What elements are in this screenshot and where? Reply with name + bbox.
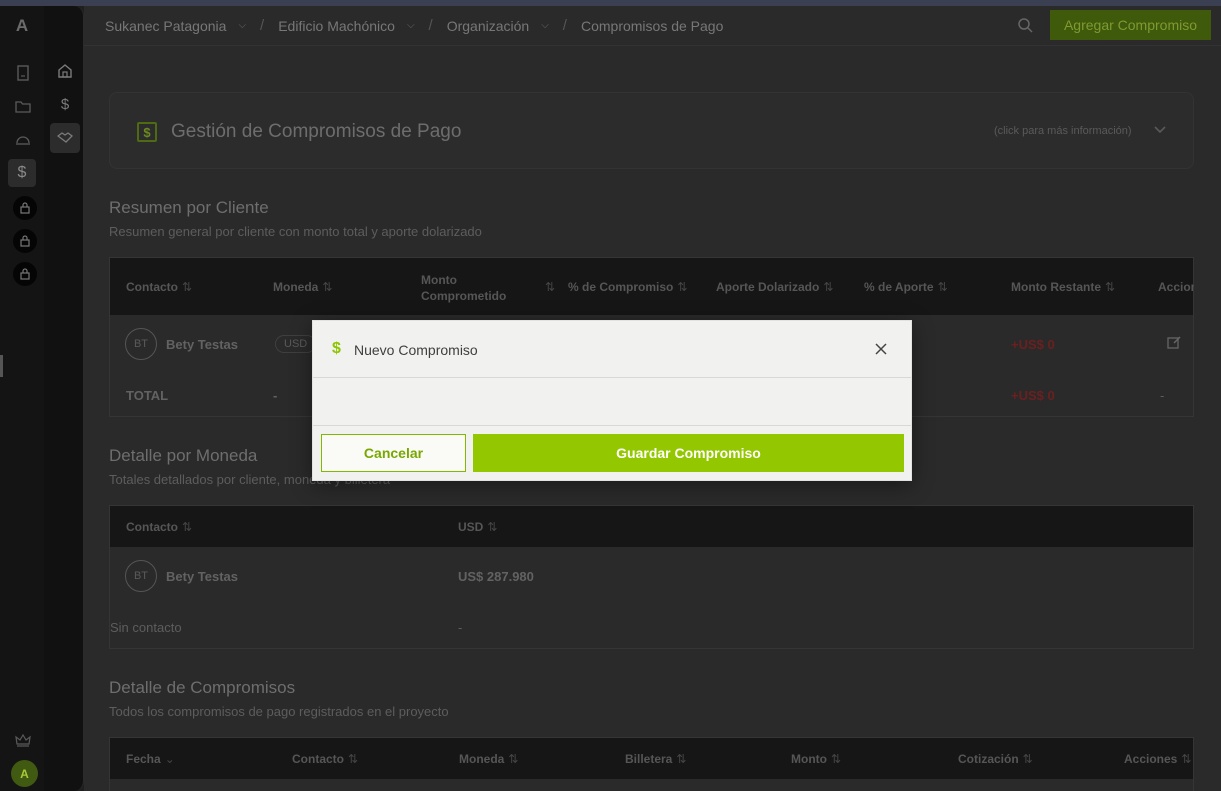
app-logo[interactable]: A	[0, 16, 44, 36]
page-info-card[interactable]: $ Gestión de Compromisos de Pago (click …	[109, 92, 1194, 169]
section-title: Resumen por Cliente	[109, 198, 269, 217]
contact-name[interactable]: Bety Testas	[166, 337, 238, 352]
lock-icon[interactable]	[13, 262, 37, 286]
column-header[interactable]: Contacto ⇅	[126, 280, 192, 294]
section-title: Detalle por Moneda	[109, 446, 258, 465]
usd-amount: US$ 287.980	[458, 569, 534, 584]
lock-icon[interactable]	[13, 196, 37, 220]
avatar[interactable]: A	[11, 760, 38, 787]
modal-header: $ Nuevo Compromiso	[313, 321, 911, 378]
section-subtitle: Todos los compromisos de pago registrado…	[109, 704, 449, 719]
column-header[interactable]: Monto Comprometido	[421, 272, 516, 304]
column-header[interactable]: Contacto ⇅	[292, 752, 358, 766]
breadcrumb-section-select[interactable]: Organización ⌵	[447, 18, 549, 34]
folder-icon[interactable]	[12, 95, 34, 117]
modal-body	[313, 378, 911, 426]
total-label: TOTAL	[126, 388, 169, 403]
column-header[interactable]: % de Compromiso ⇅	[568, 280, 687, 294]
table-header: Contacto ⇅ Moneda ⇅ Monto Comprometido ⇅ %…	[110, 258, 1194, 315]
dollar-icon: $	[137, 122, 157, 142]
breadcrumb-current: Compromisos de Pago	[580, 17, 724, 34]
main-rail: A $ A	[0, 6, 44, 791]
info-hint: (click para más información)	[994, 125, 1132, 137]
section-title: Detalle de Compromisos	[109, 678, 296, 697]
handshake-icon[interactable]	[50, 123, 80, 153]
building-icon[interactable]	[12, 62, 34, 84]
commitments-table: Fecha ⌄ Contacto ⇅ Moneda ⇅ Billetera ⇅ Mont…	[109, 737, 1194, 791]
column-header[interactable]: Monto ⇅	[791, 752, 841, 766]
usd-amount: -	[458, 620, 463, 635]
column-header[interactable]: Moneda ⇅	[459, 752, 518, 766]
chevron-down-icon[interactable]	[1154, 122, 1166, 137]
crown-icon[interactable]	[12, 729, 34, 751]
table-header: Fecha ⌄ Contacto ⇅ Moneda ⇅ Billetera ⇅ Mont…	[110, 738, 1193, 779]
lock-icon[interactable]	[13, 229, 37, 253]
currency-badge: USD	[275, 335, 317, 353]
breadcrumb: Sukanec Patagonia ⌵ / Edificio Machónico ⌵…	[105, 17, 723, 34]
section-subtitle: Resumen general por cliente con monto to…	[109, 224, 482, 239]
total-currency: -	[273, 388, 278, 403]
hardhat-icon[interactable]	[12, 128, 34, 150]
edit-icon[interactable]	[1167, 335, 1182, 353]
breadcrumb-separator: /	[260, 17, 265, 34]
sort-icon[interactable]: ⇅	[541, 280, 555, 294]
total-remaining: +US$ 0	[1011, 388, 1055, 403]
chevron-down-icon: ⌵	[541, 20, 549, 31]
chevron-down-icon: ⌵	[406, 20, 415, 31]
search-icon[interactable]	[1017, 17, 1033, 38]
breadcrumb-separator: /	[428, 17, 433, 34]
section-subnav: $	[44, 6, 84, 791]
resize-handle[interactable]	[0, 355, 3, 377]
column-header[interactable]: Acciones ⇅	[1124, 752, 1191, 766]
table-header: Contacto ⇅ USD ⇅	[110, 506, 1193, 547]
column-header[interactable]: USD ⇅	[458, 520, 497, 534]
column-header[interactable]: Cotización ⇅	[958, 752, 1033, 766]
column-header[interactable]: Aporte Dolarizado ⇅	[716, 280, 833, 294]
dollar-icon[interactable]: $	[8, 159, 36, 187]
contact-name[interactable]: Bety Testas	[166, 569, 238, 584]
column-header[interactable]: % de Aporte ⇅	[864, 280, 948, 294]
column-header[interactable]: Contacto ⇅	[126, 520, 192, 534]
close-icon[interactable]	[871, 339, 891, 359]
home-icon[interactable]	[50, 55, 80, 85]
breadcrumb-separator: /	[562, 17, 567, 34]
remaining-amount: +US$ 0	[1011, 337, 1055, 352]
contact-name: Sin contacto	[110, 620, 182, 635]
dollar-icon: $	[332, 340, 341, 357]
cancel-button[interactable]: Cancelar	[321, 434, 466, 472]
breadcrumb-organization-select[interactable]: Sukanec Patagonia ⌵	[105, 18, 246, 34]
breadcrumb-project-select[interactable]: Edificio Machónico ⌵	[278, 18, 414, 34]
currency-detail-table: Contacto ⇅ USD ⇅ BT Bety Testas US$ 287.98…	[109, 505, 1194, 649]
dollar-icon[interactable]: $	[50, 89, 80, 119]
new-commitment-modal: $ Nuevo Compromiso Cancelar Guardar Comp…	[312, 320, 912, 481]
column-header[interactable]: Moneda ⇅	[273, 280, 332, 294]
add-commitment-button[interactable]: Agregar Compromiso	[1050, 10, 1211, 40]
column-header[interactable]: Fecha ⌄	[126, 752, 175, 766]
avatar: BT	[125, 328, 157, 360]
save-commitment-button[interactable]: Guardar Compromiso	[473, 434, 904, 472]
column-header[interactable]: Billetera ⇅	[625, 752, 686, 766]
top-header: Sukanec Patagonia ⌵ / Edificio Machónico ⌵…	[84, 6, 1221, 46]
avatar: BT	[125, 560, 157, 592]
modal-title: Nuevo Compromiso	[354, 342, 478, 358]
page-title: Gestión de Compromisos de Pago	[171, 121, 462, 142]
column-header[interactable]: Monto Restante ⇅	[1011, 280, 1115, 294]
column-header: Acciones	[1158, 280, 1194, 294]
total-actions: -	[1160, 388, 1165, 403]
chevron-down-icon: ⌵	[238, 20, 247, 31]
